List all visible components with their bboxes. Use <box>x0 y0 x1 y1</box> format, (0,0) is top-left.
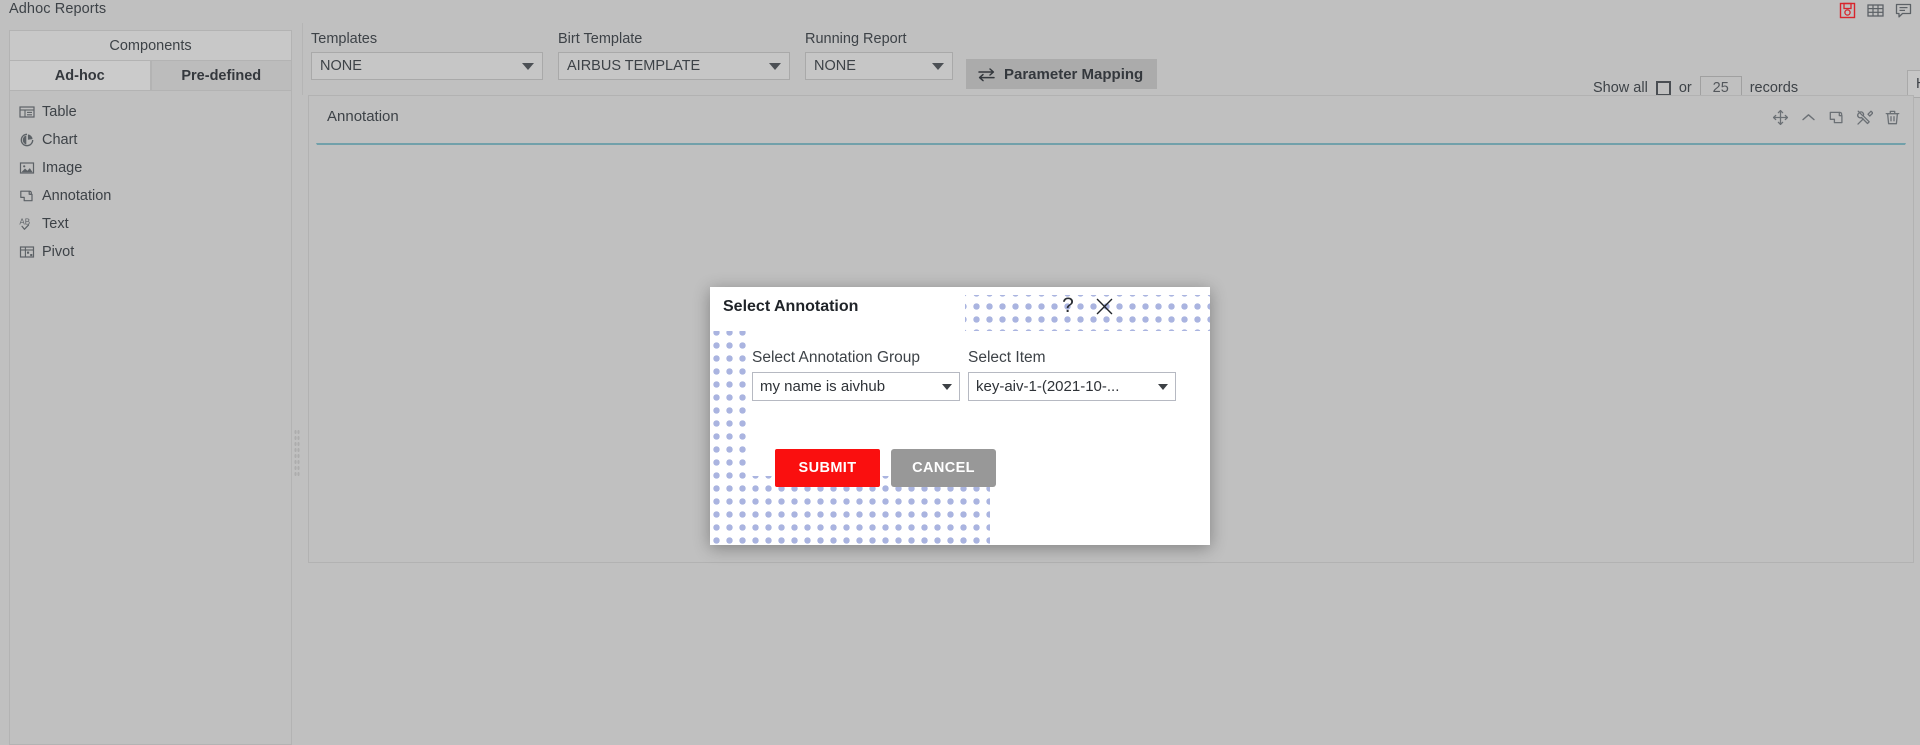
chevron-down-icon <box>942 383 952 390</box>
dialog-title: Select Annotation <box>723 298 859 315</box>
annotation-group-select-value: my name is aivhub <box>760 378 886 395</box>
select-item-label: Select Item <box>968 349 1046 366</box>
close-icon <box>1095 297 1114 316</box>
select-item-select-value: key-aiv-1-(2021-10-... <box>976 378 1120 395</box>
dialog-plate-topright <box>965 287 1210 295</box>
close-button[interactable] <box>1090 292 1118 320</box>
select-annotation-dialog: Select Annotation ? Select Annotation Gr… <box>710 287 1210 545</box>
annotation-group-label: Select Annotation Group <box>752 349 921 366</box>
dialog-button-row: SUBMIT CANCEL <box>775 449 996 487</box>
annotation-group-field: Select Annotation Group my name is aivhu… <box>752 349 960 401</box>
help-icon[interactable]: ? <box>1055 292 1081 320</box>
dialog-plate-bottom <box>990 476 1210 545</box>
select-item-select[interactable]: key-aiv-1-(2021-10-... <box>968 372 1176 401</box>
modal-overlay: Select Annotation ? Select Annotation Gr… <box>0 0 1920 745</box>
cancel-button[interactable]: CANCEL <box>891 449 996 487</box>
select-item-field: Select Item key-aiv-1-(2021-10-... <box>968 349 1176 401</box>
annotation-group-select[interactable]: my name is aivhub <box>752 372 960 401</box>
submit-button[interactable]: SUBMIT <box>775 449 880 487</box>
chevron-down-icon <box>1158 383 1168 390</box>
